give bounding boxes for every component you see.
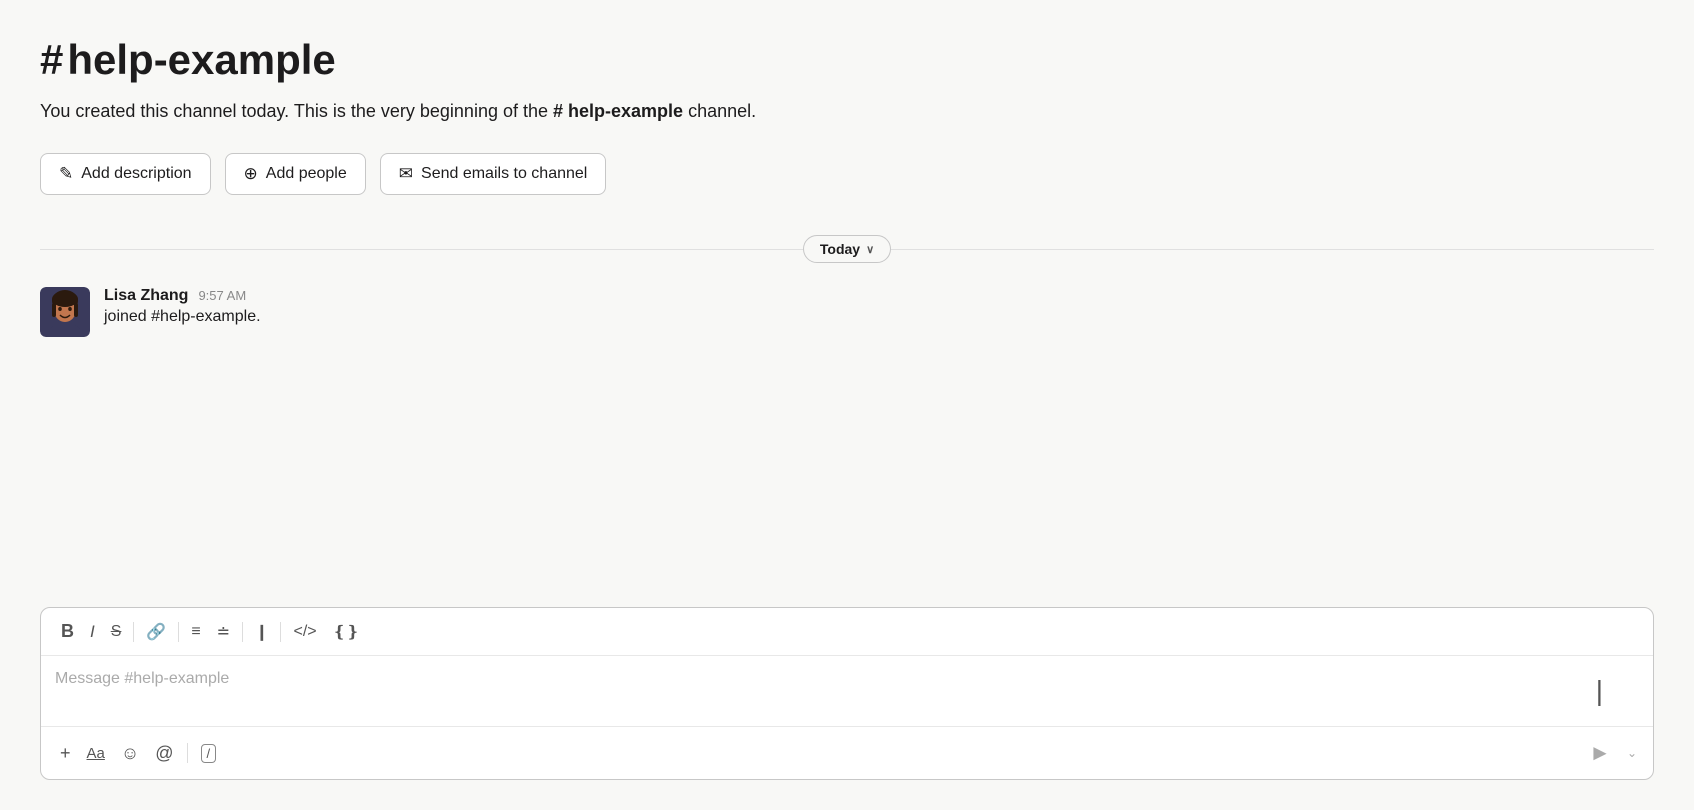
italic-button[interactable]: I bbox=[82, 617, 103, 647]
action-buttons-group: ✎ Add description ⊕ Add people ✉ Send em… bbox=[40, 153, 1654, 195]
emoji-icon: ☺ bbox=[121, 743, 139, 764]
add-description-label: Add description bbox=[81, 165, 191, 183]
ordered-list-button[interactable]: ≡ bbox=[183, 618, 208, 646]
message-body: Lisa Zhang 9:57 AM joined #help-example. bbox=[104, 287, 261, 326]
chevron-down-icon: ∨ bbox=[866, 243, 874, 256]
plus-icon: + bbox=[60, 743, 71, 764]
at-icon: @ bbox=[155, 743, 173, 764]
send-chevron-icon: ⌄ bbox=[1627, 746, 1637, 760]
message-item: Lisa Zhang 9:57 AM joined #help-example. bbox=[40, 287, 1654, 337]
today-badge[interactable]: Today ∨ bbox=[803, 235, 891, 263]
link-button[interactable]: 🔗 bbox=[138, 617, 174, 647]
footer-right-actions: ► ⌄ bbox=[1581, 735, 1641, 771]
composer-toolbar: B I S 🔗 ≡ ≐ ❙ </> ❴❵ bbox=[41, 608, 1653, 656]
send-button[interactable]: ► bbox=[1581, 735, 1619, 771]
subtitle-suffix: channel. bbox=[683, 101, 756, 121]
unordered-list-icon: ≐ bbox=[217, 622, 230, 642]
avatar bbox=[40, 287, 90, 337]
strikethrough-icon: S bbox=[111, 623, 122, 641]
bold-button[interactable]: B bbox=[53, 616, 82, 647]
code-block-button[interactable]: ❴❵ bbox=[325, 617, 368, 647]
message-placeholder: Message #help-example bbox=[55, 670, 229, 687]
message-meta: Lisa Zhang 9:57 AM bbox=[104, 287, 261, 305]
blockquote-icon: ❙ bbox=[255, 622, 268, 642]
add-person-icon: ⊕ bbox=[244, 164, 258, 184]
font-icon: Aa bbox=[87, 745, 105, 762]
mention-button[interactable]: @ bbox=[148, 738, 180, 769]
unordered-list-button[interactable]: ≐ bbox=[209, 617, 238, 647]
code-button[interactable]: </> bbox=[285, 618, 324, 646]
pencil-icon: ✎ bbox=[59, 164, 73, 184]
divider-line-left bbox=[40, 249, 803, 250]
link-icon: 🔗 bbox=[146, 622, 166, 642]
code-block-icon: ❴❵ bbox=[333, 622, 360, 642]
slash-command-button[interactable]: / bbox=[194, 739, 224, 768]
add-people-label: Add people bbox=[266, 165, 347, 183]
toolbar-separator-4 bbox=[280, 622, 281, 642]
message-text: joined #help-example. bbox=[104, 308, 261, 326]
date-divider: Today ∨ bbox=[40, 235, 1654, 263]
toolbar-separator-3 bbox=[242, 622, 243, 642]
toolbar-separator-1 bbox=[133, 622, 134, 642]
toolbar-separator-2 bbox=[178, 622, 179, 642]
strikethrough-button[interactable]: S bbox=[103, 618, 130, 646]
send-dropdown-button[interactable]: ⌄ bbox=[1623, 741, 1641, 765]
font-button[interactable]: Aa bbox=[80, 740, 112, 767]
channel-title: # help-example bbox=[40, 36, 1654, 84]
message-composer: B I S 🔗 ≡ ≐ ❙ </> ❴❵ Message #he bbox=[40, 607, 1654, 780]
slash-icon: / bbox=[201, 744, 217, 763]
email-icon: ✉ bbox=[399, 164, 413, 184]
divider-line-right bbox=[891, 249, 1654, 250]
subtitle-channel-ref: # help-example bbox=[553, 101, 683, 121]
channel-hash: # bbox=[40, 36, 63, 84]
text-cursor: | bbox=[1596, 675, 1603, 707]
today-label: Today bbox=[820, 241, 860, 257]
attach-button[interactable]: + bbox=[53, 738, 78, 769]
send-emails-label: Send emails to channel bbox=[421, 165, 587, 183]
channel-name: help-example bbox=[67, 36, 335, 84]
composer-footer: + Aa ☺ @ / ► ⌄ bbox=[41, 726, 1653, 779]
code-icon: </> bbox=[293, 623, 316, 641]
subtitle-prefix: You created this channel today. This is … bbox=[40, 101, 553, 121]
footer-separator bbox=[187, 743, 188, 763]
blockquote-button[interactable]: ❙ bbox=[247, 617, 276, 647]
send-emails-button[interactable]: ✉ Send emails to channel bbox=[380, 153, 607, 195]
footer-left-actions: + Aa ☺ @ / bbox=[53, 738, 1581, 769]
message-author: Lisa Zhang bbox=[104, 287, 188, 305]
send-icon: ► bbox=[1589, 740, 1611, 766]
bold-icon: B bbox=[61, 621, 74, 642]
channel-subtitle: You created this channel today. This is … bbox=[40, 98, 1654, 125]
message-time: 9:57 AM bbox=[198, 288, 246, 303]
italic-icon: I bbox=[90, 622, 95, 642]
emoji-button[interactable]: ☺ bbox=[114, 738, 146, 769]
ordered-list-icon: ≡ bbox=[191, 623, 200, 641]
message-input-area[interactable]: Message #help-example | bbox=[41, 656, 1653, 726]
add-description-button[interactable]: ✎ Add description bbox=[40, 153, 211, 195]
add-people-button[interactable]: ⊕ Add people bbox=[225, 153, 366, 195]
